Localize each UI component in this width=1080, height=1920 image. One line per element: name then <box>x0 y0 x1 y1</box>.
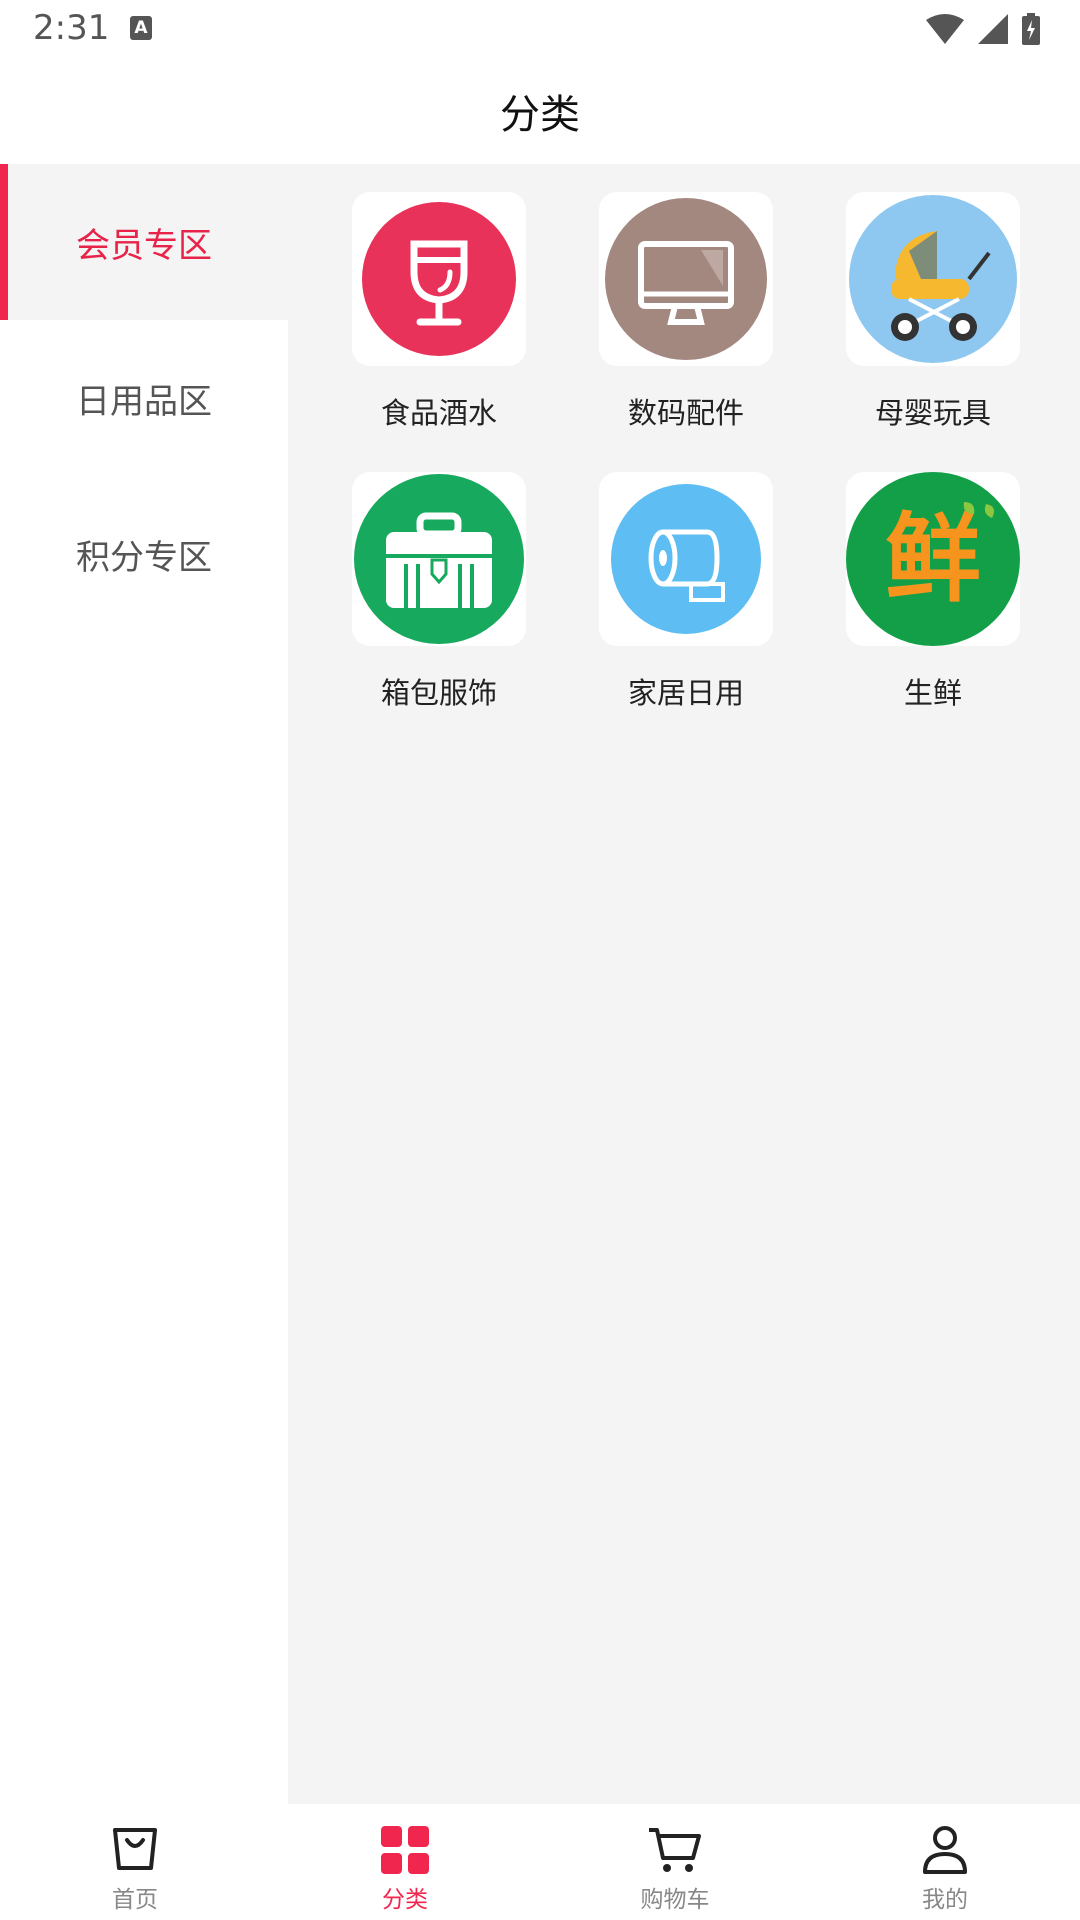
category-label: 家居日用 <box>627 676 744 710</box>
nav-category[interactable]: 分类 <box>270 1804 540 1920</box>
user-icon <box>923 1826 967 1874</box>
category-tile <box>352 472 526 646</box>
category-digital[interactable]: 数码配件 <box>599 192 773 432</box>
signal-icon <box>978 14 1008 44</box>
notification-a-icon: A <box>130 16 152 40</box>
nav-home[interactable]: 首页 <box>0 1804 270 1920</box>
category-label: 箱包服饰 <box>380 676 497 710</box>
category-tile: 鲜 <box>846 472 1020 646</box>
category-tile <box>599 472 773 646</box>
category-label: 母婴玩具 <box>874 396 991 430</box>
category-food-drinks[interactable]: 食品酒水 <box>352 192 526 432</box>
svg-text:鲜: 鲜 <box>885 503 981 615</box>
sidebar-item-daily[interactable]: 日用品区 <box>0 320 288 476</box>
sidebar-item-label: 会员专区 <box>76 225 212 266</box>
wifi-icon <box>926 14 964 44</box>
category-label: 食品酒水 <box>380 396 497 430</box>
header: 分类 <box>0 60 1080 164</box>
status-icons <box>926 12 1040 46</box>
nav-mine[interactable]: 我的 <box>810 1804 1080 1920</box>
battery-icon <box>1022 13 1040 45</box>
sidebar-item-label: 日用品区 <box>76 381 212 422</box>
category-tile <box>846 192 1020 366</box>
nav-label: 购物车 <box>640 1887 710 1913</box>
nav-cart[interactable]: 购物车 <box>540 1804 810 1920</box>
nav-label: 分类 <box>382 1887 428 1913</box>
category-tile <box>352 192 526 366</box>
bottom-nav: 首页 分类 购物车 我的 <box>0 1804 1080 1920</box>
shopping-bag-icon <box>113 1828 157 1870</box>
cart-icon <box>649 1828 701 1872</box>
status-time: 2:31 <box>33 8 110 48</box>
monitor-icon <box>605 198 767 360</box>
category-sidebar: 会员专区 日用品区 积分专区 <box>0 164 288 1804</box>
tissue-roll-icon <box>611 484 761 634</box>
sidebar-item-member[interactable]: 会员专区 <box>0 164 288 320</box>
nav-label: 首页 <box>112 1887 158 1913</box>
nav-label: 我的 <box>922 1887 968 1913</box>
category-label: 数码配件 <box>627 396 744 430</box>
category-bags-clothing[interactable]: 箱包服饰 <box>352 472 526 712</box>
page-title: 分类 <box>500 92 580 138</box>
sidebar-item-points[interactable]: 积分专区 <box>0 476 288 632</box>
stroller-icon <box>849 195 1017 363</box>
category-content: 食品酒水 数码配件 母婴玩具 箱包服饰 家居日用 鲜 生鲜 <box>288 164 1080 1804</box>
wine-glass-icon <box>362 202 516 356</box>
category-label: 生鲜 <box>903 676 962 710</box>
sidebar-item-label: 积分专区 <box>76 537 212 578</box>
category-tile <box>599 192 773 366</box>
briefcase-icon <box>354 474 524 644</box>
status-bar: 2:31 A <box>0 0 1080 60</box>
category-fresh[interactable]: 鲜 生鲜 <box>846 472 1020 712</box>
fresh-icon: 鲜 <box>846 472 1020 646</box>
category-baby-toys[interactable]: 母婴玩具 <box>846 192 1020 432</box>
grid-icon <box>381 1826 429 1874</box>
category-home-daily[interactable]: 家居日用 <box>599 472 773 712</box>
